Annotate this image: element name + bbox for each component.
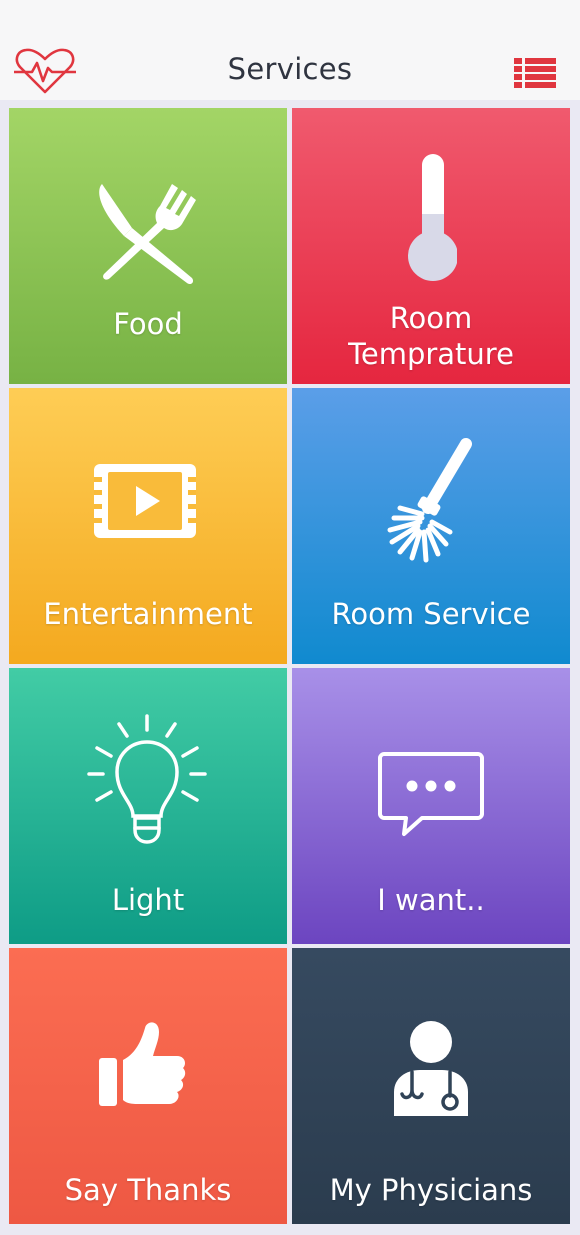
fork-knife-icon [99, 184, 196, 285]
tile-entertainment[interactable]: Entertainment [9, 388, 287, 664]
tile-i-want[interactable]: I want.. [292, 668, 570, 944]
tile-light[interactable]: Light [9, 668, 287, 944]
thumbs-up-icon [99, 1022, 186, 1106]
tile-my-physicians[interactable]: My Physicians [292, 948, 570, 1224]
chat-bubble-icon [378, 752, 484, 836]
list-menu-icon[interactable] [514, 58, 556, 88]
thermometer-icon [408, 154, 457, 281]
tile-my-physicians-label: My Physicians [329, 1173, 533, 1207]
doctor-icon [394, 1021, 468, 1116]
tile-room-temperature[interactable]: Room Temprature [292, 108, 570, 384]
page-title: Services [227, 52, 353, 86]
tile-room-service[interactable]: Room Service [292, 388, 570, 664]
tile-say-thanks-label: Say Thanks [64, 1173, 232, 1207]
cleaning-brush-icon [387, 438, 472, 563]
tile-room-temperature-label-line1: Room [389, 301, 473, 335]
film-play-icon [94, 464, 196, 538]
tile-say-thanks[interactable]: Say Thanks [9, 948, 287, 1224]
tile-food[interactable]: Food [9, 108, 287, 384]
tile-i-want-label: I want.. [377, 883, 485, 917]
tile-food-label: Food [113, 307, 183, 341]
tile-room-service-label: Room Service [331, 597, 531, 631]
app-header: Services [0, 0, 580, 100]
tile-light-label: Light [111, 883, 185, 917]
light-bulb-icon [87, 714, 207, 844]
tile-room-temperature-label-line2: Temprature [348, 337, 514, 371]
tile-entertainment-label: Entertainment [43, 597, 253, 631]
